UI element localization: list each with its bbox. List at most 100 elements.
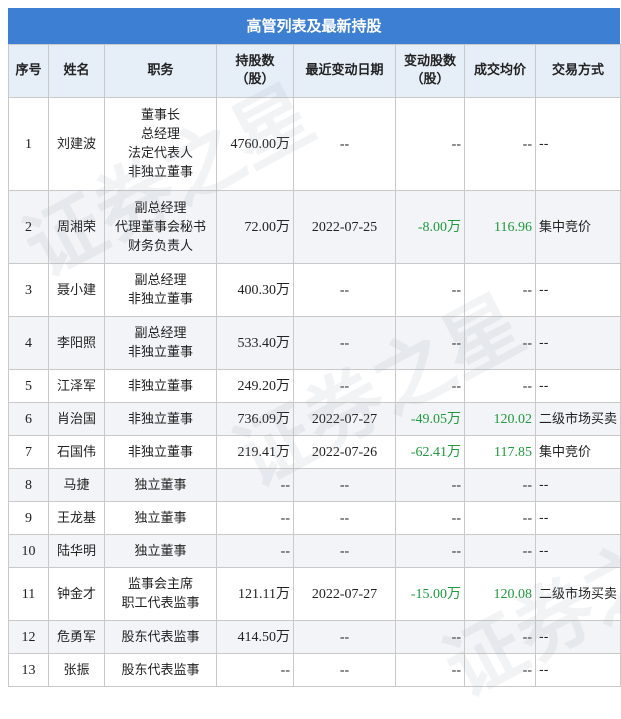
cell-seq: 11	[8, 567, 49, 621]
cell-change: -15.00万	[395, 567, 465, 621]
cell-change: --	[395, 534, 465, 568]
cell-change: -49.05万	[395, 402, 465, 436]
cell-name: 陆华明	[48, 534, 105, 568]
col-header-date: 最近变动日期	[293, 44, 396, 98]
table-row: 1 刘建波 董事长 总经理 法定代表人 非独立董事 4760.00万 -- -- -- --	[8, 97, 621, 191]
cell-seq: 3	[8, 263, 49, 317]
cell-date: 2022-07-27	[293, 567, 396, 621]
col-header-shares-l1: 持股数	[235, 54, 275, 69]
cell-name: 聂小建	[48, 263, 105, 317]
cell-name: 石国伟	[48, 435, 105, 469]
cell-price: --	[464, 653, 536, 687]
header-row: 序号 姓名 职务 持股数 （股） 最近变动日期 变动股数 （股） 成交均价 交易方式	[8, 44, 621, 98]
cell-name: 危勇军	[48, 620, 105, 654]
cell-shares: 533.40万	[216, 316, 294, 370]
table-row: 9 王龙基 独立董事 -- -- -- -- --	[8, 501, 621, 535]
cell-change: -62.41万	[395, 435, 465, 469]
col-header-change: 变动股数 （股）	[395, 44, 465, 98]
cell-date: --	[293, 501, 396, 535]
cell-change: --	[395, 620, 465, 654]
col-header-method: 交易方式	[535, 44, 621, 98]
cell-name: 刘建波	[48, 97, 105, 191]
col-header-change-l1: 变动股数	[403, 54, 456, 69]
col-header-position: 职务	[104, 44, 217, 98]
cell-date: 2022-07-26	[293, 435, 396, 469]
cell-method: --	[535, 501, 621, 535]
cell-name: 张振	[48, 653, 105, 687]
cell-change: --	[395, 468, 465, 502]
cell-seq: 10	[8, 534, 49, 568]
cell-shares: 219.41万	[216, 435, 294, 469]
col-header-change-l2: （股）	[410, 72, 450, 87]
cell-seq: 8	[8, 468, 49, 502]
table-row: 8 马捷 独立董事 -- -- -- -- --	[8, 468, 621, 502]
cell-price: --	[464, 468, 536, 502]
table-row: 11 钟金才 监事会主席 职工代表监事 121.11万 2022-07-27 -15.00…	[8, 567, 621, 621]
cell-method: --	[535, 468, 621, 502]
cell-price: 120.02	[464, 402, 536, 436]
cell-seq: 1	[8, 97, 49, 191]
cell-shares: 72.00万	[216, 190, 294, 264]
table-body: 1 刘建波 董事长 总经理 法定代表人 非独立董事 4760.00万 -- -- -- -- 2…	[8, 97, 621, 687]
cell-change: --	[395, 501, 465, 535]
cell-date: --	[293, 468, 396, 502]
cell-shares: --	[216, 653, 294, 687]
cell-position: 股东代表监事	[104, 620, 217, 654]
cell-shares: 400.30万	[216, 263, 294, 317]
cell-date: 2022-07-27	[293, 402, 396, 436]
cell-name: 肖治国	[48, 402, 105, 436]
cell-method: --	[535, 534, 621, 568]
cell-method: 集中竞价	[535, 190, 621, 264]
cell-price: 116.96	[464, 190, 536, 264]
cell-price: 117.85	[464, 435, 536, 469]
cell-name: 马捷	[48, 468, 105, 502]
table-row: 7 石国伟 非独立董事 219.41万 2022-07-26 -62.41万 117.85 集…	[8, 435, 621, 469]
cell-price: --	[464, 534, 536, 568]
cell-date: --	[293, 620, 396, 654]
table-row: 3 聂小建 副总经理 非独立董事 400.30万 -- -- -- --	[8, 263, 621, 317]
holdings-panel: 高管列表及最新持股 序号 姓名 职务 持股数 （股） 最近变动日期 变动股数 （股）…	[8, 8, 621, 687]
cell-shares: --	[216, 534, 294, 568]
cell-position: 副总经理 代理董事会秘书 财务负责人	[104, 190, 217, 264]
cell-method: --	[535, 263, 621, 317]
cell-date: --	[293, 97, 396, 191]
cell-price: --	[464, 97, 536, 191]
table-row: 4 李阳照 副总经理 非独立董事 533.40万 -- -- -- --	[8, 316, 621, 370]
cell-change: --	[395, 97, 465, 191]
cell-shares: 736.09万	[216, 402, 294, 436]
col-header-shares: 持股数 （股）	[216, 44, 294, 98]
cell-position: 副总经理 非独立董事	[104, 263, 217, 317]
table-row: 5 江泽军 非独立董事 249.20万 -- -- -- --	[8, 369, 621, 403]
cell-change: --	[395, 653, 465, 687]
cell-price: --	[464, 501, 536, 535]
cell-position: 独立董事	[104, 501, 217, 535]
cell-name: 李阳照	[48, 316, 105, 370]
cell-name: 钟金才	[48, 567, 105, 621]
cell-price: 120.08	[464, 567, 536, 621]
cell-position: 股东代表监事	[104, 653, 217, 687]
cell-shares: --	[216, 501, 294, 535]
cell-date: --	[293, 369, 396, 403]
cell-position: 董事长 总经理 法定代表人 非独立董事	[104, 97, 217, 191]
col-header-seq: 序号	[8, 44, 49, 98]
cell-position: 非独立董事	[104, 369, 217, 403]
cell-name: 周湘荣	[48, 190, 105, 264]
cell-price: --	[464, 369, 536, 403]
cell-seq: 2	[8, 190, 49, 264]
cell-date: --	[293, 534, 396, 568]
cell-method: 二级市场买卖	[535, 402, 621, 436]
cell-position: 独立董事	[104, 468, 217, 502]
cell-seq: 4	[8, 316, 49, 370]
cell-seq: 5	[8, 369, 49, 403]
cell-method: 集中竞价	[535, 435, 621, 469]
table-row: 10 陆华明 独立董事 -- -- -- -- --	[8, 534, 621, 568]
cell-change: --	[395, 369, 465, 403]
col-header-price: 成交均价	[464, 44, 536, 98]
cell-method: --	[535, 369, 621, 403]
cell-shares: 414.50万	[216, 620, 294, 654]
cell-name: 江泽军	[48, 369, 105, 403]
cell-name: 王龙基	[48, 501, 105, 535]
cell-method: --	[535, 620, 621, 654]
cell-shares: --	[216, 468, 294, 502]
cell-method: --	[535, 653, 621, 687]
